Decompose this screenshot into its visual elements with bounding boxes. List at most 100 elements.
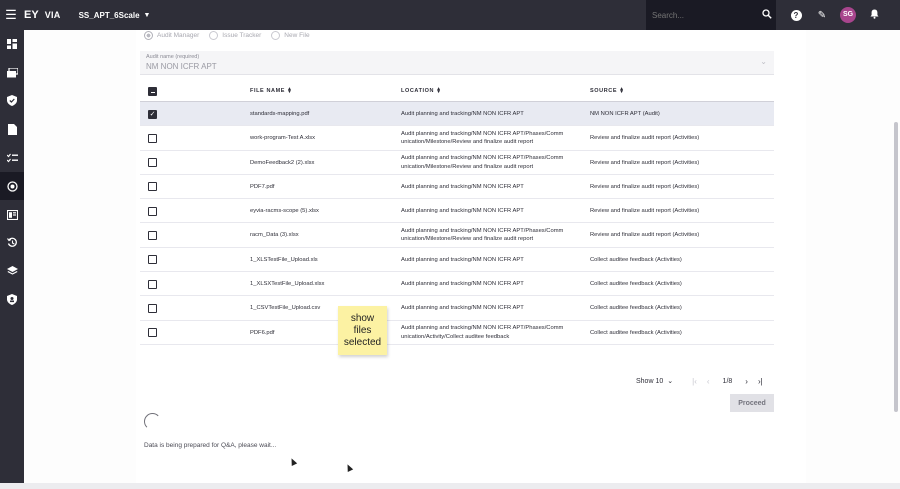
sort-icon: ▲ ▼ — [619, 86, 625, 95]
source-cell: Review and finalize audit report (Activi… — [590, 159, 700, 166]
badge-icon — [7, 294, 17, 306]
radio-new-file-label: New File — [284, 31, 310, 39]
location-cell: Audit planning and tracking/NM NON ICFR … — [401, 281, 524, 288]
table-row[interactable]: work-program-Test A.xlsx Audit planning … — [140, 126, 774, 151]
project-selector[interactable]: SS_APT_6Scale ▼ — [79, 11, 151, 20]
sidebar-item-cards[interactable] — [0, 58, 24, 86]
notification-bell-icon[interactable] — [861, 9, 887, 22]
row-checkbox[interactable] — [148, 182, 157, 192]
row-checkbox[interactable] — [148, 230, 157, 240]
sticky-note-annotation: show files selected — [338, 306, 387, 355]
table-row[interactable]: DemoFeedback2 (2).xlsx Audit planning an… — [140, 151, 774, 175]
file-name-cell: racm_Data (3).xlsx — [250, 232, 299, 239]
select-all-checkbox[interactable] — [148, 87, 157, 96]
radio-issue-tracker[interactable] — [209, 30, 219, 40]
row-checkbox[interactable] — [148, 206, 157, 216]
radio-issue-tracker-label: Issue Tracker — [222, 31, 262, 39]
row-checkbox[interactable] — [148, 158, 157, 168]
audit-name-dropdown[interactable]: Audit name (required) NM NON ICFR APT ⌄ — [140, 51, 774, 75]
row-checkbox[interactable] — [148, 133, 157, 143]
file-selection-panel: Audit Manager Issue Tracker New File Aud… — [136, 30, 806, 489]
table-header: FILE NAME ▲ ▼ LOCATION ▲ ▼ SOURCE ▲ ▼ — [140, 81, 774, 102]
sidebar-item-shield[interactable] — [0, 87, 24, 115]
column-header-location[interactable]: LOCATION ▲ ▼ — [401, 86, 442, 95]
chevron-down-icon[interactable]: ⌄ — [667, 377, 673, 385]
radio-audit-manager-label: Audit Manager — [157, 31, 200, 39]
page-indicator: 1/8 — [722, 377, 733, 385]
hamburger-menu-icon[interactable]: ☰ — [0, 0, 22, 30]
sidebar-item-documents[interactable] — [0, 115, 24, 143]
location-cell: Audit planning and tracking/NM NON ICFR … — [401, 208, 524, 215]
column-header-file-name[interactable]: FILE NAME ▲ ▼ — [250, 86, 293, 95]
table-row[interactable]: 1_XLSTestFile_Upload.xls Audit planning … — [140, 248, 774, 273]
source-type-radio-group: Audit Manager Issue Tracker New File — [144, 30, 320, 40]
vertical-scrollbar[interactable] — [894, 122, 898, 412]
table-row[interactable]: ✓ standards-mapping.pdf Audit planning a… — [140, 102, 774, 127]
global-search — [646, 0, 776, 30]
search-input[interactable] — [652, 10, 762, 20]
table-row[interactable]: 1_CSVTestFile_Upload.csv Audit planning … — [140, 296, 774, 321]
ey-via-logo[interactable]: EY VIA — [24, 0, 61, 30]
table-row[interactable]: eyvia-racms-scope (5).xlsx Audit plannin… — [140, 199, 774, 224]
location-cell: Audit planning and tracking/NM NON ICFR … — [401, 227, 564, 243]
row-checkbox[interactable]: ✓ — [148, 109, 157, 119]
sidebar-item-active[interactable] — [0, 171, 24, 201]
table-row[interactable]: 1_XLSXTestFile_Upload.xlsx Audit plannin… — [140, 272, 774, 297]
sidebar-item-dashboard[interactable] — [0, 30, 24, 58]
project-name: SS_APT_6Scale — [78, 10, 140, 20]
checklist-icon — [6, 153, 18, 163]
location-cell: Audit planning and tracking/NM NON ICFR … — [401, 111, 524, 117]
location-cell: Audit planning and tracking/NM NON ICFR … — [401, 256, 524, 263]
table-row[interactable]: PDF7.pdf Audit planning and tracking/NM … — [140, 175, 774, 200]
page-size-label[interactable]: Show 10 — [636, 378, 663, 385]
table-row[interactable]: racm_Data (3).xlsx Audit planning and tr… — [140, 223, 774, 248]
column-header-source[interactable]: SOURCE ▲ ▼ — [590, 86, 625, 95]
user-avatar[interactable]: SG — [835, 7, 861, 23]
sidebar-item-history[interactable] — [0, 229, 24, 257]
files-table: FILE NAME ▲ ▼ LOCATION ▲ ▼ SOURCE ▲ ▼ ✓ standa… — [140, 81, 774, 345]
source-cell: Collect auditee feedback (Activities) — [590, 281, 682, 288]
target-icon — [6, 180, 18, 192]
dashboard-icon — [7, 39, 17, 50]
loading-spinner-icon — [144, 413, 161, 430]
radio-new-file[interactable] — [271, 30, 281, 40]
help-icon[interactable]: ? — [783, 9, 809, 21]
edit-pencil-icon[interactable]: ✎ — [809, 10, 835, 21]
cards-icon — [6, 67, 18, 78]
previous-page-icon[interactable]: ‹ — [707, 377, 710, 386]
source-cell: Review and finalize audit report (Activi… — [590, 135, 700, 142]
logo-via-text: VIA — [44, 10, 61, 20]
file-name-cell: 1_XLSXTestFile_Upload.xlsx — [250, 281, 325, 288]
sort-icon: ▲ ▼ — [436, 86, 442, 95]
last-page-icon[interactable]: ›| — [758, 377, 763, 386]
source-cell: Review and finalize audit report (Activi… — [590, 208, 700, 215]
chevron-down-icon: ⌄ — [760, 57, 767, 66]
sidebar-item-badge[interactable] — [0, 286, 24, 314]
search-icon[interactable] — [762, 8, 772, 22]
document-icon — [7, 123, 17, 135]
file-name-cell: 1_CSVTestFile_Upload.csv — [250, 305, 321, 312]
row-checkbox[interactable] — [148, 255, 157, 265]
sidebar-item-library[interactable] — [0, 200, 24, 228]
audit-name-label: Audit name (required) — [146, 54, 200, 60]
layers-icon — [6, 266, 18, 275]
shield-check-icon — [7, 95, 17, 107]
sidebar-item-layers[interactable] — [0, 257, 24, 285]
row-checkbox[interactable] — [148, 328, 157, 338]
proceed-button[interactable]: Proceed — [730, 394, 774, 412]
file-name-cell: 1_XLSTestFile_Upload.xls — [250, 256, 318, 263]
bottom-strip — [0, 483, 900, 489]
main-content: Audit Manager Issue Tracker New File Aud… — [24, 30, 900, 489]
left-sidebar — [0, 30, 24, 489]
row-checkbox[interactable] — [148, 303, 157, 313]
row-checkbox[interactable] — [148, 279, 157, 289]
location-cell: Audit planning and tracking/NM NON ICFR … — [401, 325, 564, 340]
table-row[interactable]: PDF6.pdf Audit planning and tracking/NM … — [140, 321, 774, 345]
sort-icon: ▲ ▼ — [287, 86, 293, 95]
location-cell: Audit planning and tracking/NM NON ICFR … — [401, 305, 524, 312]
source-cell: Collect auditee feedback (Activities) — [590, 256, 682, 263]
first-page-icon[interactable]: |‹ — [692, 377, 697, 386]
next-page-icon[interactable]: › — [745, 377, 748, 386]
radio-audit-manager[interactable] — [144, 30, 153, 40]
sidebar-item-checklist[interactable] — [0, 144, 24, 172]
